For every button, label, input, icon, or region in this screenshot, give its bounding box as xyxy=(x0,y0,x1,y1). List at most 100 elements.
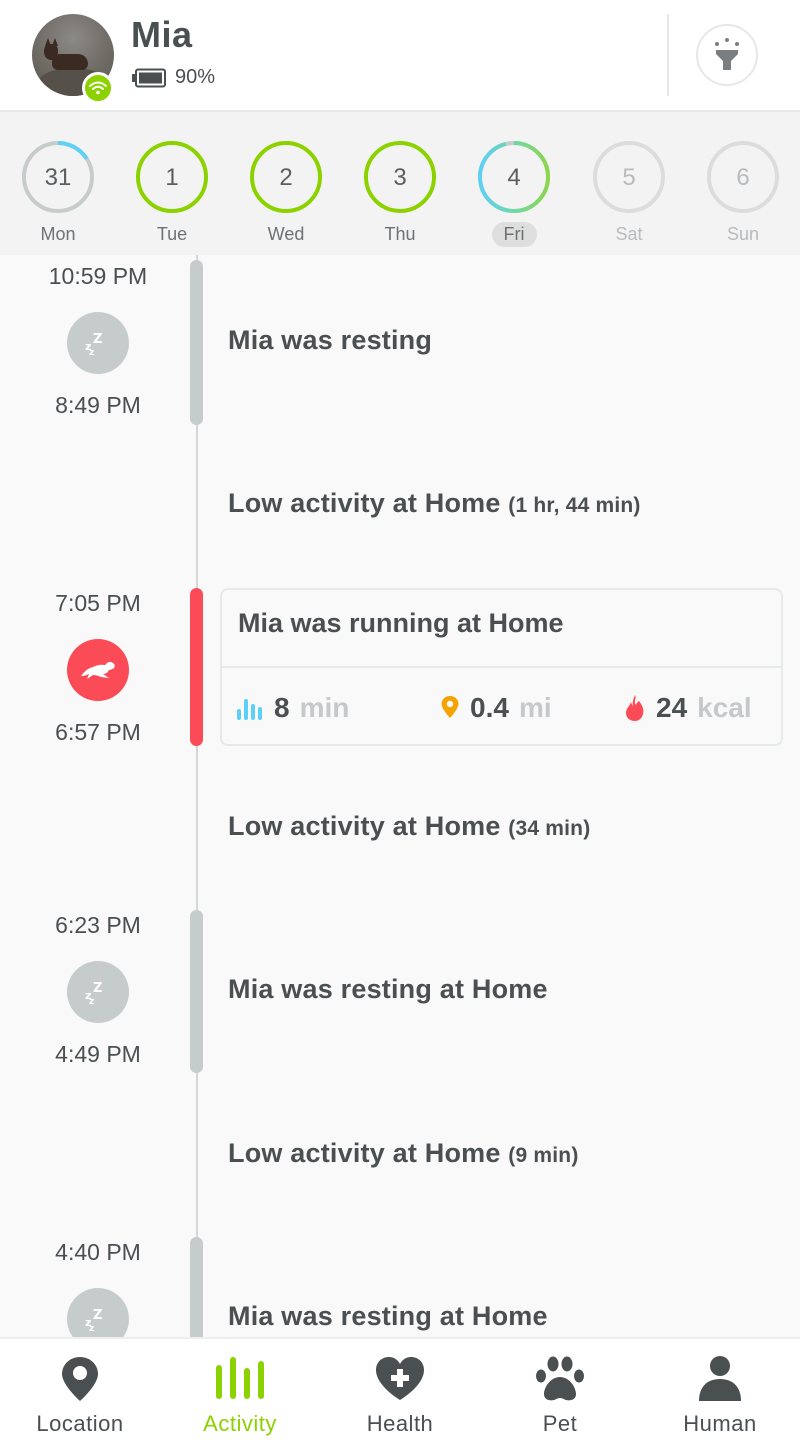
battery-percent: 90% xyxy=(175,66,216,88)
svg-text:z: z xyxy=(89,997,94,1005)
pet-name: Mia xyxy=(131,14,193,55)
run-summary-card[interactable]: Mia was running at Home 8 min 0.4 mi 24 … xyxy=(220,588,783,746)
event-duration: (9 min) xyxy=(508,1144,579,1167)
nav-label: Human xyxy=(683,1411,757,1436)
stat-unit: kcal xyxy=(697,692,752,723)
sleep-icon: zZz xyxy=(67,961,129,1023)
svg-text:Z: Z xyxy=(93,332,102,347)
flashlight-button[interactable] xyxy=(696,24,758,86)
event-title[interactable]: Mia was resting at Home xyxy=(228,1301,548,1332)
person-icon xyxy=(692,1353,748,1405)
nav-human[interactable]: Human xyxy=(640,1339,800,1450)
event-start-time: 4:40 PM xyxy=(55,1239,141,1265)
activity-bars-icon xyxy=(237,699,262,720)
low-activity-event[interactable]: Low activity at Home (9 min) xyxy=(228,1138,579,1169)
svg-text:z: z xyxy=(89,1324,94,1332)
card-divider xyxy=(222,666,781,668)
activity-bars-icon xyxy=(212,1353,268,1405)
day-date: 4 xyxy=(507,164,520,191)
day-mon[interactable]: 31 Mon xyxy=(18,138,98,253)
event-duration: (34 min) xyxy=(508,817,591,840)
day-label: Tue xyxy=(156,224,188,244)
day-progress-ring: 5 xyxy=(593,141,665,213)
stat-unit: mi xyxy=(518,692,552,723)
paw-icon xyxy=(532,1353,588,1405)
day-label: Mon xyxy=(40,224,76,244)
day-tue[interactable]: 1 Tue xyxy=(132,138,212,253)
stat-value: 24 xyxy=(656,692,688,723)
day-fri[interactable]: 4 Fri xyxy=(474,138,554,253)
event-start-time: 7:05 PM xyxy=(55,590,141,616)
day-date: 2 xyxy=(279,164,292,191)
day-progress-ring: 6 xyxy=(707,141,779,213)
event-start-time: 10:59 PM xyxy=(48,263,148,289)
stat-value: 8 xyxy=(274,692,290,723)
low-activity-event[interactable]: Low activity at Home (34 min) xyxy=(228,811,590,842)
day-label: Sun xyxy=(726,224,760,244)
nav-pet[interactable]: Pet xyxy=(480,1339,640,1450)
day-progress-ring: 3 xyxy=(364,141,436,213)
location-pin-icon xyxy=(52,1353,108,1405)
day-progress-ring: 2 xyxy=(250,141,322,213)
event-duration: (1 hr, 44 min) xyxy=(508,494,641,517)
day-label: Wed xyxy=(267,224,305,244)
day-date: 1 xyxy=(165,164,178,191)
event-title: Low activity at Home xyxy=(228,811,501,841)
avatar-photo-dog xyxy=(52,54,88,70)
flame-icon xyxy=(626,695,644,721)
bottom-nav: Location Activity Health Pet Human xyxy=(0,1337,800,1450)
stat-duration: 8 min xyxy=(236,692,349,724)
day-date: 3 xyxy=(393,164,406,191)
low-activity-event[interactable]: Low activity at Home (1 hr, 44 min) xyxy=(228,488,641,519)
flashlight-icon xyxy=(715,38,739,70)
day-thu[interactable]: 3 Thu xyxy=(360,138,440,253)
battery-status: 90% xyxy=(131,66,215,89)
nav-label: Location xyxy=(36,1411,124,1436)
day-label: Thu xyxy=(384,224,416,244)
nav-label: Pet xyxy=(542,1411,578,1436)
battery-icon xyxy=(131,68,167,88)
week-selector: 31 Mon 1 Tue 2 Wed 3 Thu 4 Fri 5 Sat 6 Sun xyxy=(0,112,800,255)
day-date: 6 xyxy=(736,164,749,191)
day-sun[interactable]: 6 Sun xyxy=(703,138,783,253)
day-progress-ring: 1 xyxy=(136,141,208,213)
day-progress-ring: 4 xyxy=(478,141,550,213)
event-title: Mia was running at Home xyxy=(238,608,564,638)
event-title: Low activity at Home xyxy=(228,488,501,518)
day-label: Fri xyxy=(491,222,537,247)
stat-unit: min xyxy=(299,692,350,723)
event-end-time: 6:57 PM xyxy=(55,719,141,745)
header-divider xyxy=(667,14,669,96)
heart-plus-icon xyxy=(372,1353,428,1405)
svg-text:Z: Z xyxy=(93,1308,102,1323)
sleep-icon: zZz xyxy=(67,312,129,374)
event-title[interactable]: Mia was resting at Home xyxy=(228,974,548,1005)
nav-label: Health xyxy=(366,1411,434,1436)
header: Mia 90% xyxy=(0,0,800,112)
event-end-time: 4:49 PM xyxy=(55,1041,141,1067)
stat-distance: 0.4 mi xyxy=(440,692,552,724)
day-date: 31 xyxy=(45,164,72,191)
day-date: 5 xyxy=(622,164,635,191)
stat-calories: 24 kcal xyxy=(624,692,752,724)
nav-location[interactable]: Location xyxy=(0,1339,160,1450)
location-pin-icon xyxy=(441,696,459,718)
sleep-icon: zZz xyxy=(67,1288,129,1337)
event-start-time: 6:23 PM xyxy=(55,912,141,938)
activity-timeline[interactable]: 10:59 PM zZz 8:49 PM Mia was resting Low… xyxy=(0,255,800,1337)
svg-text:z: z xyxy=(89,348,94,356)
day-progress-ring: 31 xyxy=(22,141,94,213)
day-sat[interactable]: 5 Sat xyxy=(589,138,669,253)
running-dog-icon xyxy=(67,639,129,701)
svg-text:Z: Z xyxy=(93,981,102,996)
nav-health[interactable]: Health xyxy=(320,1339,480,1450)
event-title[interactable]: Mia was resting xyxy=(228,325,432,356)
wifi-icon xyxy=(82,72,114,104)
nav-activity[interactable]: Activity xyxy=(160,1339,320,1450)
day-label: Sat xyxy=(615,224,643,244)
event-end-time: 8:49 PM xyxy=(55,392,141,418)
nav-label: Activity xyxy=(203,1411,277,1436)
stat-value: 0.4 xyxy=(470,692,509,723)
event-title: Low activity at Home xyxy=(228,1138,501,1168)
day-wed[interactable]: 2 Wed xyxy=(246,138,326,253)
